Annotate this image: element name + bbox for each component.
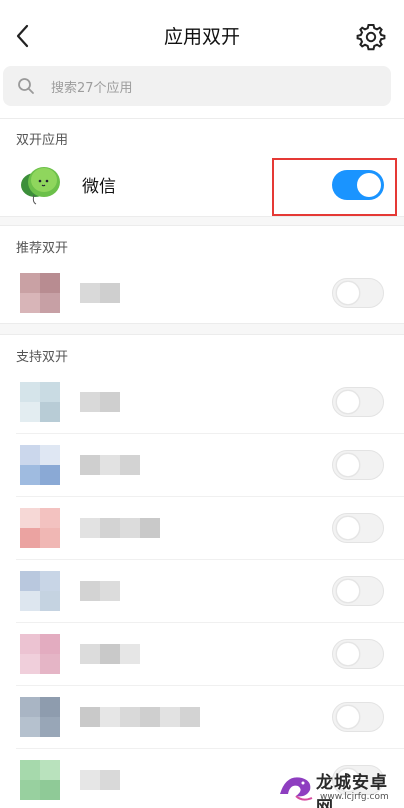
divider	[0, 118, 404, 119]
watermark-url: www.lcjrfg.com	[320, 792, 389, 802]
app-icon	[20, 273, 60, 313]
app-name-pixelated	[80, 455, 140, 475]
app-name-pixelated	[80, 392, 120, 412]
app-icon	[20, 571, 60, 611]
app-icon	[20, 445, 60, 485]
app-dual-toggle[interactable]	[332, 639, 384, 669]
app-dual-toggle[interactable]	[332, 576, 384, 606]
settings-button[interactable]	[356, 22, 386, 52]
gear-icon	[356, 24, 386, 51]
toggle-knob	[336, 642, 360, 666]
section-title-dual-apps: 双开应用	[16, 133, 69, 148]
app-dual-toggle[interactable]	[332, 387, 384, 417]
app-row	[0, 622, 404, 686]
section-gap	[0, 217, 404, 225]
app-dual-toggle[interactable]	[332, 450, 384, 480]
app-dual-toggle[interactable]	[332, 702, 384, 732]
app-name-pixelated	[80, 644, 140, 664]
app-row	[0, 685, 404, 749]
search-placeholder: 搜索27个应用	[51, 81, 133, 96]
watermark: 龙城安卓网 www.lcjrfg.com	[276, 764, 404, 808]
toggle-knob	[336, 281, 360, 305]
toggle-knob	[336, 579, 360, 603]
search-icon	[18, 78, 34, 94]
divider	[0, 334, 404, 335]
app-name: 微信	[82, 177, 116, 197]
search-input[interactable]: 搜索27个应用	[3, 66, 391, 106]
app-row	[0, 261, 404, 325]
wechat-icon	[21, 167, 60, 205]
section-title-recommended: 推荐双开	[16, 241, 69, 256]
app-icon	[20, 382, 60, 422]
section-gap	[0, 324, 404, 334]
app-dual-toggle[interactable]	[332, 513, 384, 543]
app-row	[0, 433, 404, 497]
app-name-pixelated	[80, 707, 200, 727]
watermark-title: 龙城安卓网	[316, 773, 388, 808]
app-row	[0, 559, 404, 623]
section-title-supported: 支持双开	[16, 350, 69, 365]
app-icon	[20, 508, 60, 548]
page-title: 应用双开	[163, 26, 240, 48]
app-icon	[20, 634, 60, 674]
highlight-box	[272, 158, 397, 216]
app-icon	[20, 697, 60, 737]
app-name-pixelated	[80, 581, 120, 601]
toggle-knob	[336, 516, 360, 540]
app-icon	[20, 760, 60, 800]
toggle-knob	[336, 705, 360, 729]
toggle-knob	[336, 453, 360, 477]
app-row	[0, 496, 404, 560]
toggle-knob	[336, 390, 360, 414]
app-dual-toggle[interactable]	[332, 278, 384, 308]
app-row	[0, 370, 404, 434]
header: 应用双开	[0, 0, 404, 70]
app-name-pixelated	[80, 518, 160, 538]
dragon-logo-icon	[280, 777, 313, 801]
app-name-pixelated	[80, 770, 120, 790]
divider	[0, 225, 404, 226]
app-name-pixelated	[80, 283, 120, 303]
